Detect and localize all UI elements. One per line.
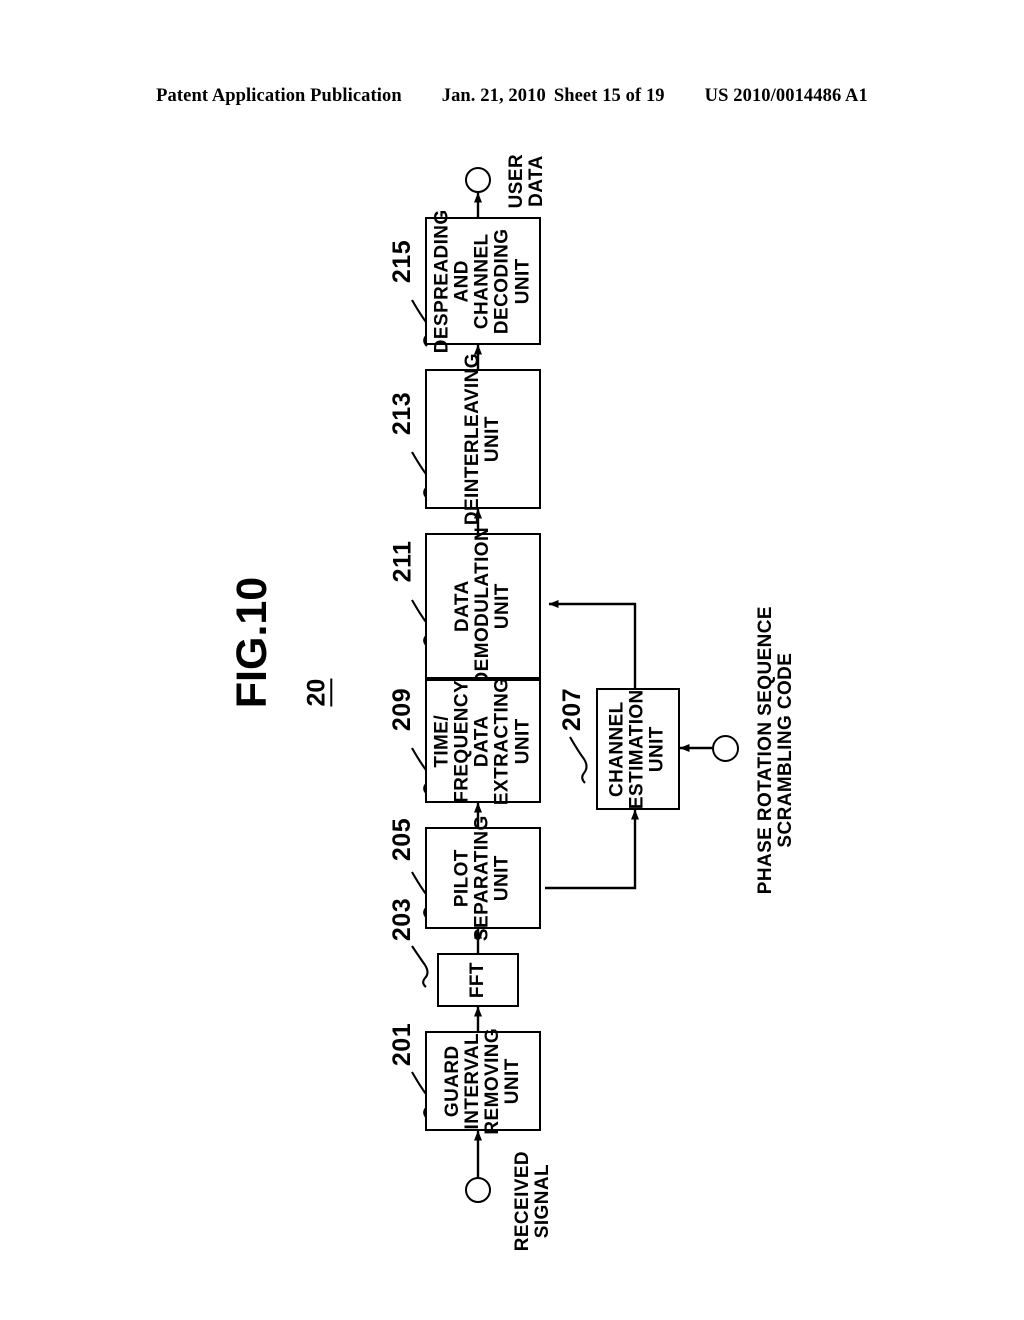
block-label-line: DEMODULATION <box>471 526 493 686</box>
label-phase-rotation-scrambling-code: PHASE ROTATION SEQUENCE SCRAMBLING CODE <box>616 600 936 900</box>
block-deinterleaving-unit[interactable]: DEINTERLEAVING UNIT <box>425 353 541 525</box>
terminal-label-line: PHASE ROTATION SEQUENCE <box>754 605 776 895</box>
block-label-line: UNIT <box>512 258 534 304</box>
block-label-line: UNIT <box>502 1058 524 1104</box>
block-fft[interactable]: FFT <box>437 953 519 1007</box>
block-label-line: UNIT <box>512 718 534 764</box>
block-label-line: DEINTERLEAVING <box>461 352 483 526</box>
label-received-signal: RECEIVED SIGNAL <box>478 1151 588 1251</box>
block-label-line: REMOVING <box>482 1027 503 1135</box>
system-reference-numeral: 20 <box>288 660 348 726</box>
block-label-line: SEPARATING <box>471 815 493 941</box>
terminal-label-line: SIGNAL <box>532 1163 553 1239</box>
block-label-line: PILOT <box>451 849 473 907</box>
ref-numeral-213: 213 <box>388 391 417 435</box>
terminal-label-line: USER <box>505 153 527 209</box>
terminal-label-line: RECEIVED <box>511 1150 533 1252</box>
ref-numeral-215: 215 <box>388 239 417 283</box>
block-guard-interval-removing-unit[interactable]: GUARD INTERVAL REMOVING UNIT <box>425 1028 541 1134</box>
block-pilot-separating-unit[interactable]: PILOT SEPARATING UNIT <box>425 815 541 941</box>
block-label-line: DATA <box>471 715 493 767</box>
block-label-line: INTERVAL <box>461 1032 483 1130</box>
block-label-line: AND <box>451 259 473 303</box>
terminal-label-line: DATA <box>525 155 547 207</box>
block-label-line: FFT <box>466 961 488 999</box>
block-time-frequency-data-extracting-unit[interactable]: TIME/ FREQUENCY DATA EXTRACTING UNIT <box>425 677 541 805</box>
ref-numeral-209: 209 <box>388 687 417 731</box>
terminal-label-line: SCRAMBLING CODE <box>775 652 796 848</box>
block-label-line: GUARD <box>441 1045 463 1117</box>
block-label-line: UNIT <box>482 416 504 462</box>
block-despreading-channel-decoding-unit[interactable]: DESPREADING AND CHANNEL DECODING UNIT <box>425 209 541 353</box>
block-label-line: DESPREADING <box>431 209 453 353</box>
ref-numeral-207: 207 <box>558 687 587 731</box>
block-label-line: DATA <box>451 580 473 632</box>
block-data-demodulation-unit[interactable]: DATA DEMODULATION UNIT <box>425 527 541 685</box>
block-label-line: EXTRACTING <box>492 677 514 805</box>
ref-numeral-203: 203 <box>388 897 417 941</box>
block-label-line: TIME/ <box>431 714 453 768</box>
ref-numeral-211: 211 <box>388 540 417 582</box>
label-user-data: USER DATA <box>482 142 572 220</box>
block-label-line: FREQUENCY <box>451 679 473 803</box>
block-label-line: CHANNEL <box>471 233 493 329</box>
ref-numeral-201: 201 <box>388 1022 417 1066</box>
ref-numeral-205: 205 <box>388 817 417 861</box>
block-label-line: DECODING <box>492 228 514 334</box>
patent-figure: FIG.10 20 DESPREADING AND CHANNEL DECODI… <box>0 0 1024 1320</box>
block-label-line: UNIT <box>492 855 514 901</box>
block-label-line: UNIT <box>492 583 514 629</box>
